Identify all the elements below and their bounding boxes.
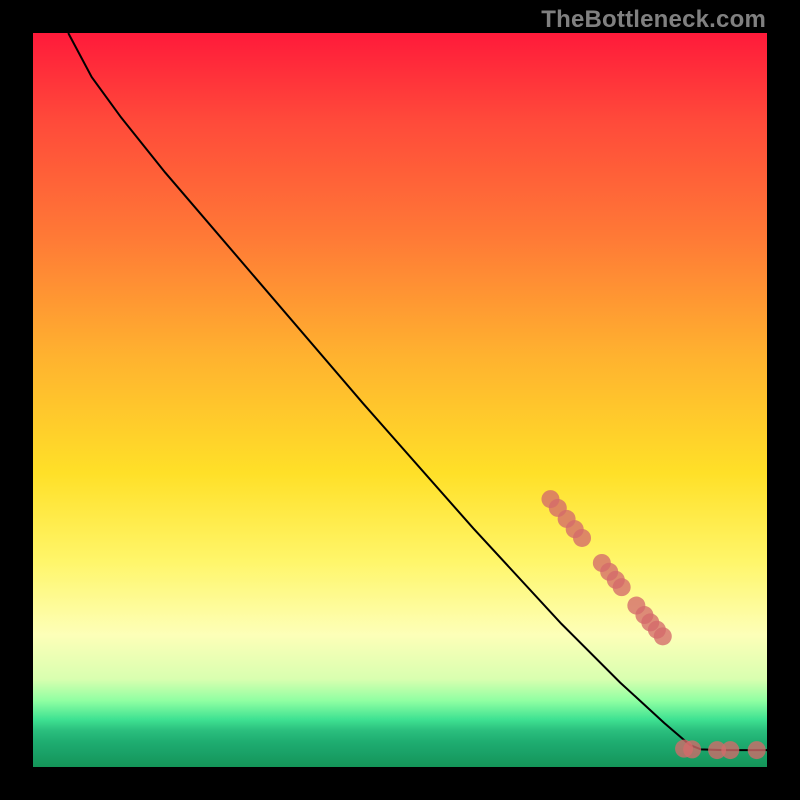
chart-marker [613,578,631,596]
chart-marker [748,741,766,759]
chart-markers [541,490,765,759]
chart-marker [683,740,701,758]
chart-overlay [33,33,767,767]
chart-marker [573,529,591,547]
attribution-text: TheBottleneck.com [541,6,766,34]
chart-marker [654,627,672,645]
chart-frame: TheBottleneck.com [0,0,800,800]
chart-marker [721,741,739,759]
